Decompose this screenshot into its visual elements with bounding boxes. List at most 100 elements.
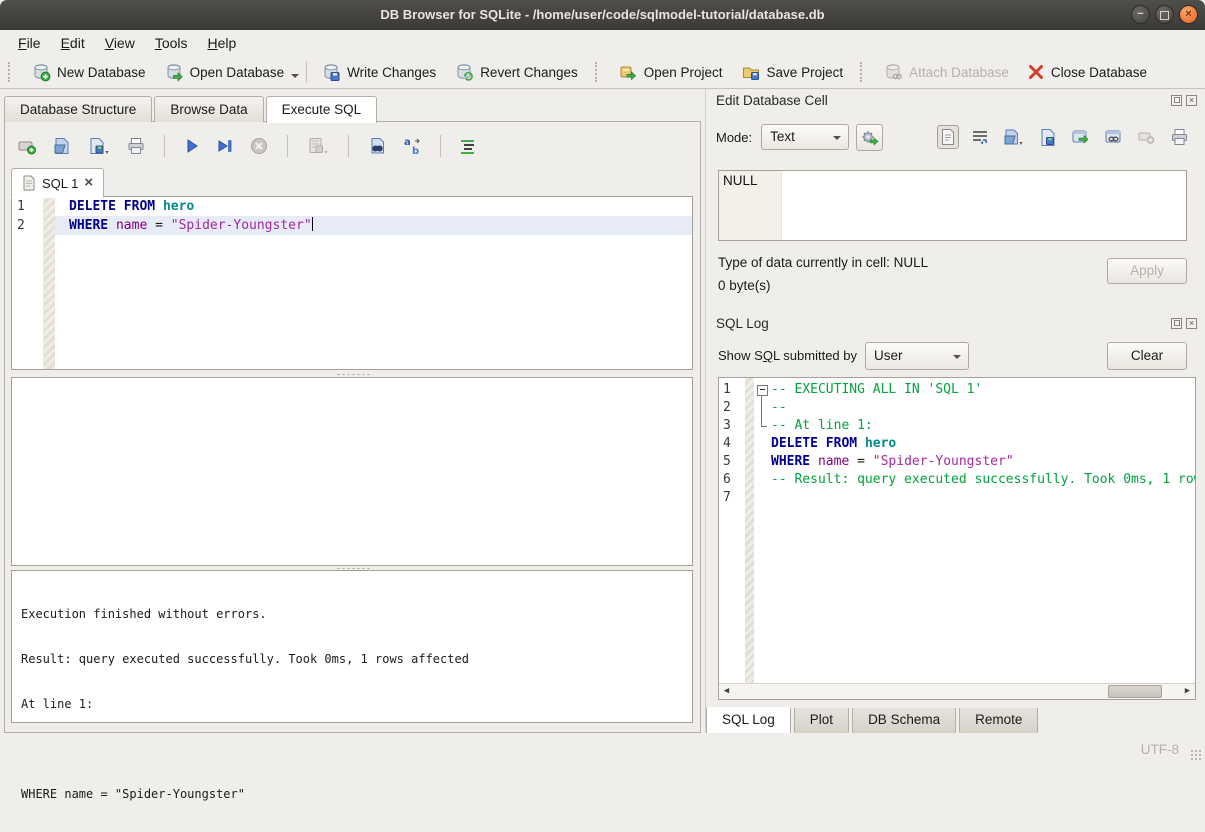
open-project-label: Open Project bbox=[644, 65, 723, 80]
dock-float-icon[interactable] bbox=[1171, 318, 1182, 329]
scroll-left-arrow[interactable]: ◀ bbox=[719, 684, 734, 699]
open-database-dropdown-arrow[interactable] bbox=[291, 74, 299, 78]
sql-log-view[interactable]: 1 -- EXECUTING ALL IN 'SQL 1' 2 -- 3 -- … bbox=[718, 377, 1196, 700]
save-project-label: Save Project bbox=[767, 65, 844, 80]
tab-remote[interactable]: Remote bbox=[959, 708, 1038, 734]
toolbar-drag-handle[interactable] bbox=[860, 62, 868, 82]
code-line: -- EXECUTING ALL IN 'SQL 1' bbox=[771, 381, 1195, 399]
tab-sql-log[interactable]: SQL Log bbox=[706, 707, 791, 735]
marker-cell bbox=[745, 453, 754, 471]
menu-view[interactable]: View bbox=[95, 32, 145, 54]
sql-document-tab[interactable]: SQL 1 × bbox=[11, 168, 104, 198]
link-icon bbox=[1104, 128, 1123, 146]
sql-file-icon bbox=[22, 175, 36, 191]
menu-edit[interactable]: Edit bbox=[51, 32, 95, 54]
main-tab-bar: Database Structure Browse Data Execute S… bbox=[4, 96, 379, 122]
new-sql-tab-button[interactable] bbox=[15, 134, 39, 158]
execute-all-button[interactable] bbox=[181, 135, 203, 157]
dock-buttons: × bbox=[1171, 318, 1197, 329]
find-button[interactable] bbox=[365, 134, 389, 158]
chevron-down-icon bbox=[953, 355, 961, 359]
code-line: -- Result: query executed successfully. … bbox=[771, 471, 1195, 489]
auto-apply-button[interactable] bbox=[856, 124, 883, 151]
mode-combobox[interactable]: Text bbox=[761, 124, 849, 150]
cell-value-editor[interactable]: NULL bbox=[718, 170, 1187, 241]
text-view-button[interactable] bbox=[937, 125, 959, 149]
execute-sql-panel: ab SQL 1 × 1 DELETE FROM hero 2 WHERE na… bbox=[4, 121, 701, 733]
toolbar-drag-handle[interactable] bbox=[8, 62, 16, 82]
revert-changes-label: Revert Changes bbox=[480, 65, 578, 80]
database-new-icon bbox=[31, 62, 51, 82]
open-database-button[interactable]: Open Database bbox=[155, 59, 294, 85]
tab-plot[interactable]: Plot bbox=[794, 708, 849, 734]
clear-log-button[interactable]: Clear bbox=[1107, 342, 1187, 370]
stop-button bbox=[247, 134, 271, 158]
execute-line-button[interactable] bbox=[214, 135, 236, 157]
close-database-button[interactable]: Close Database bbox=[1018, 60, 1156, 84]
menu-tools[interactable]: Tools bbox=[145, 32, 198, 54]
scrollbar-thumb[interactable] bbox=[1108, 685, 1162, 698]
marker-cell bbox=[745, 471, 754, 489]
code-line bbox=[771, 489, 1195, 507]
revert-changes-button[interactable]: Revert Changes bbox=[445, 59, 587, 85]
filter-label: Show SQL submitted by bbox=[718, 348, 857, 363]
export-cell-button[interactable] bbox=[1037, 126, 1059, 149]
maximize-button[interactable] bbox=[1155, 5, 1174, 24]
import-cell-button[interactable] bbox=[1001, 126, 1027, 149]
set-null-button bbox=[1135, 127, 1158, 147]
close-button[interactable]: × bbox=[1179, 5, 1198, 24]
copy-link-button[interactable] bbox=[1102, 126, 1125, 148]
tab-db-schema[interactable]: DB Schema bbox=[852, 708, 956, 734]
format-icon bbox=[459, 137, 477, 155]
open-sql-file-button[interactable] bbox=[50, 134, 74, 158]
word-wrap-button[interactable] bbox=[969, 126, 991, 148]
editor-line-current[interactable]: 2 WHERE name = "Spider-Youngster" bbox=[12, 216, 692, 235]
dock-float-icon[interactable] bbox=[1171, 95, 1182, 106]
print-cell-button[interactable] bbox=[1168, 126, 1191, 148]
menu-file[interactable]: File bbox=[8, 32, 51, 54]
results-grid-pane[interactable] bbox=[11, 377, 693, 566]
encoding-indicator[interactable]: UTF-8 bbox=[1141, 742, 1179, 757]
format-sql-button[interactable] bbox=[457, 135, 479, 157]
submitter-combobox[interactable]: User bbox=[865, 342, 969, 370]
marker-cell bbox=[44, 197, 55, 216]
fold-margin bbox=[754, 435, 771, 453]
status-bar: UTF-8 bbox=[0, 733, 1205, 764]
tab-database-structure[interactable]: Database Structure bbox=[4, 96, 152, 122]
dock-close-icon[interactable]: × bbox=[1186, 318, 1197, 329]
tab-browse-data[interactable]: Browse Data bbox=[154, 96, 263, 122]
save-project-button[interactable]: Save Project bbox=[732, 59, 853, 85]
save-sql-file-button[interactable] bbox=[85, 134, 113, 158]
sql-log-dock-title: SQL Log × bbox=[716, 316, 1197, 334]
window-titlebar[interactable]: DB Browser for SQLite - /home/user/code/… bbox=[0, 0, 1205, 31]
code-line: DELETE FROM hero bbox=[771, 435, 1195, 453]
execution-message-pane[interactable]: Execution finished without errors. Resul… bbox=[11, 570, 693, 723]
write-changes-button[interactable]: Write Changes bbox=[312, 59, 445, 85]
tab-execute-sql[interactable]: Execute SQL bbox=[266, 96, 378, 123]
minimize-button[interactable]: − bbox=[1131, 5, 1150, 24]
dock-close-icon[interactable]: × bbox=[1186, 95, 1197, 106]
text-caret bbox=[312, 217, 313, 231]
printer-icon bbox=[1170, 128, 1189, 146]
open-external-button[interactable] bbox=[1069, 126, 1092, 148]
fold-collapse-icon[interactable] bbox=[754, 381, 771, 399]
open-project-button[interactable]: Open Project bbox=[609, 59, 732, 85]
editor-line[interactable]: 1 DELETE FROM hero bbox=[12, 197, 692, 216]
resize-grip[interactable] bbox=[1190, 749, 1202, 761]
fold-margin bbox=[754, 489, 771, 507]
scrollbar-track[interactable] bbox=[734, 684, 1180, 699]
toolbar-drag-handle[interactable] bbox=[595, 62, 603, 82]
sql-tab-close-icon[interactable]: × bbox=[84, 176, 93, 190]
scroll-right-arrow[interactable]: ▶ bbox=[1180, 684, 1195, 699]
new-database-button[interactable]: New Database bbox=[22, 59, 155, 85]
horizontal-scrollbar[interactable]: ◀ ▶ bbox=[719, 683, 1195, 699]
sql-editor[interactable]: 1 DELETE FROM hero 2 WHERE name = "Spide… bbox=[11, 196, 693, 370]
dock-buttons: × bbox=[1171, 95, 1197, 106]
code-line: -- At line 1: bbox=[771, 417, 1195, 435]
log-line: 1 -- EXECUTING ALL IN 'SQL 1' bbox=[719, 381, 1195, 399]
find-replace-button[interactable]: ab bbox=[400, 134, 424, 158]
menu-help[interactable]: Help bbox=[198, 32, 247, 54]
database-revert-icon bbox=[454, 62, 474, 82]
toolbar-separator bbox=[440, 135, 441, 157]
print-button[interactable] bbox=[124, 134, 148, 158]
